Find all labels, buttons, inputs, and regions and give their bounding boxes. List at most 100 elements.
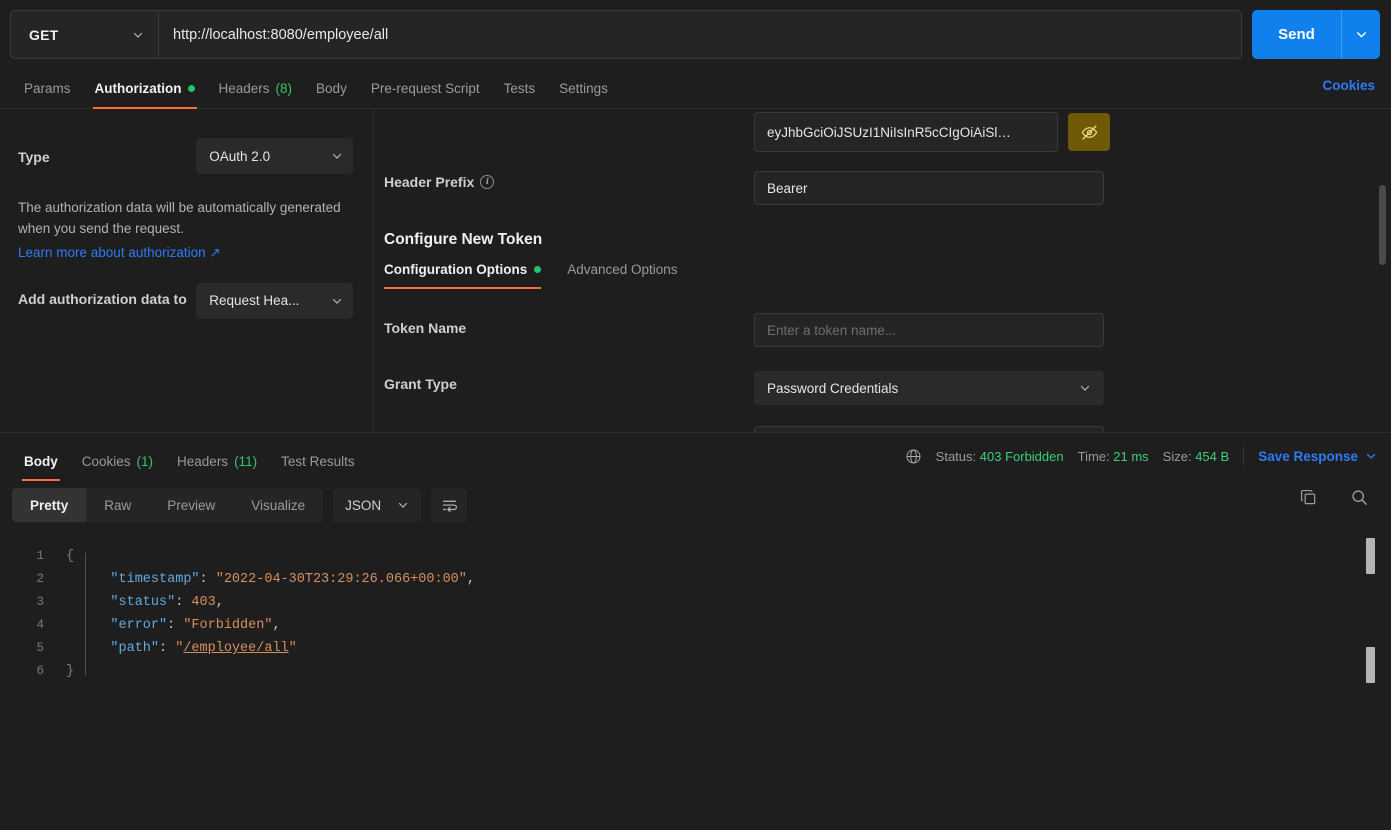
tab-body[interactable]: Body bbox=[304, 69, 359, 109]
auth-add-to-select[interactable]: Request Hea... bbox=[196, 282, 353, 319]
header-prefix-label-group: Header Prefix i bbox=[384, 174, 495, 190]
token-name-input[interactable]: Enter a token name... bbox=[754, 313, 1104, 347]
response-meta: Status: 403 Forbidden Time: 21 ms Size: … bbox=[905, 447, 1377, 465]
code-line: 5 "path": "/employee/all" bbox=[0, 637, 1391, 660]
auth-type-select[interactable]: OAuth 2.0 bbox=[196, 138, 353, 174]
search-icon[interactable] bbox=[1350, 488, 1369, 507]
chevron-down-icon bbox=[332, 153, 342, 159]
auth-type-row: Type OAuth 2.0 bbox=[18, 138, 353, 174]
tab-label: Authorization bbox=[94, 81, 182, 96]
send-button[interactable]: Send bbox=[1252, 10, 1342, 59]
tab-params[interactable]: Params bbox=[12, 69, 83, 109]
code-line: 1 { bbox=[0, 545, 1391, 568]
tab-count: (11) bbox=[234, 453, 258, 469]
tab-count: (1) bbox=[136, 453, 154, 469]
code-token: , bbox=[272, 618, 281, 633]
tab-label: Body bbox=[24, 453, 58, 469]
word-wrap-icon bbox=[442, 500, 457, 512]
tab-headers[interactable]: Headers (8) bbox=[207, 69, 305, 109]
cookies-link[interactable]: Cookies bbox=[1322, 78, 1375, 93]
view-preview[interactable]: Preview bbox=[149, 488, 233, 522]
line-content: "status": 403, bbox=[78, 591, 224, 614]
globe-icon[interactable] bbox=[905, 448, 922, 465]
tab-label: Cookies bbox=[81, 453, 131, 469]
view-pretty[interactable]: Pretty bbox=[12, 488, 87, 522]
status-value: 403 Forbidden bbox=[979, 448, 1064, 464]
chevron-down-icon bbox=[1356, 32, 1366, 38]
tab-authorization[interactable]: Authorization bbox=[83, 69, 207, 109]
tab-label: Test Results bbox=[281, 453, 355, 469]
grant-type-value: Password Credentials bbox=[767, 380, 899, 396]
request-tabs: Params Authorization Headers (8) Body Pr… bbox=[0, 69, 1391, 109]
response-tab-headers[interactable]: Headers (11) bbox=[165, 441, 269, 481]
copy-icon[interactable] bbox=[1299, 488, 1318, 507]
chevron-down-icon bbox=[1366, 453, 1376, 459]
code-token: , bbox=[466, 572, 475, 587]
tab-settings[interactable]: Settings bbox=[547, 69, 620, 109]
code-token: : bbox=[199, 572, 216, 587]
response-view-segmented: Pretty Raw Preview Visualize bbox=[12, 488, 324, 522]
tab-label: Pre-request Script bbox=[370, 81, 480, 96]
response-tab-body[interactable]: Body bbox=[12, 441, 70, 481]
learn-more-link[interactable]: Learn more about authorization ↗ bbox=[18, 245, 221, 261]
code-line: 6 } bbox=[0, 660, 1391, 683]
toggle-token-visibility-button[interactable] bbox=[1068, 113, 1110, 151]
access-token-row: eyJhbGciOiJSUzI1NiIsInR5cCIgOiAiSl… bbox=[754, 112, 1391, 152]
code-line: 2 "timestamp": "2022-04-30T23:29:26.066+… bbox=[0, 568, 1391, 591]
url-input[interactable]: http://localhost:8080/employee/all bbox=[159, 11, 1241, 58]
save-response-button[interactable]: Save Response bbox=[1258, 449, 1377, 464]
line-content: "timestamp": "2022-04-30T23:29:26.066+00… bbox=[78, 568, 475, 591]
auth-help-text: The authorization data will be automatic… bbox=[18, 200, 341, 236]
tab-label: Params bbox=[24, 81, 71, 96]
code-token: "status" bbox=[110, 595, 176, 610]
tab-tests[interactable]: Tests bbox=[492, 69, 548, 109]
status-dot-icon bbox=[534, 266, 542, 273]
fold-marker[interactable]: } bbox=[62, 660, 78, 683]
subtab-label: Advanced Options bbox=[567, 262, 678, 277]
chevron-down-icon bbox=[399, 502, 408, 508]
auth-panel-scrollbar[interactable] bbox=[1379, 185, 1386, 265]
status-label: Status: bbox=[935, 448, 977, 464]
fold-marker[interactable]: { bbox=[62, 545, 78, 568]
subtab-advanced-options[interactable]: Advanced Options bbox=[567, 262, 677, 289]
response-format-select[interactable]: JSON bbox=[333, 488, 422, 522]
code-scroll-marker-bottom[interactable] bbox=[1366, 647, 1375, 683]
token-subtabs: Configuration Options Advanced Options bbox=[384, 262, 678, 289]
response-body-code[interactable]: 1 { 2 "timestamp": "2022-04-30T23:29:26.… bbox=[0, 537, 1391, 830]
http-method-selector[interactable]: GET bbox=[11, 11, 159, 58]
http-method-label: GET bbox=[29, 26, 59, 43]
subtab-configuration-options[interactable]: Configuration Options bbox=[384, 262, 542, 289]
tab-pre-request-script[interactable]: Pre-request Script bbox=[359, 69, 492, 109]
subtab-label: Configuration Options bbox=[384, 262, 528, 277]
view-visualize[interactable]: Visualize bbox=[233, 488, 323, 522]
header-prefix-input[interactable]: Bearer bbox=[754, 171, 1104, 205]
response-tab-test-results[interactable]: Test Results bbox=[269, 441, 367, 481]
size-value: 454 B bbox=[1195, 448, 1230, 464]
divider bbox=[1243, 447, 1245, 465]
access-token-input[interactable]: eyJhbGciOiJSUzI1NiIsInR5cCIgOiAiSl… bbox=[754, 112, 1058, 152]
chevron-down-icon bbox=[133, 32, 143, 38]
time-label: Time: bbox=[1077, 448, 1110, 464]
info-icon[interactable]: i bbox=[480, 175, 495, 189]
auth-add-to-row: Add authorization data to Request Hea... bbox=[18, 282, 353, 319]
view-raw[interactable]: Raw bbox=[86, 488, 149, 522]
response-tabs: Body Cookies (1) Headers (11) Test Resul… bbox=[12, 441, 367, 481]
code-token: "timestamp" bbox=[110, 572, 200, 587]
code-scroll-marker-top[interactable] bbox=[1366, 538, 1375, 574]
code-token: 403 bbox=[191, 595, 216, 610]
code-token: , bbox=[215, 595, 224, 610]
tab-label: Settings bbox=[559, 81, 608, 96]
line-content: "path": "/employee/all" bbox=[78, 637, 296, 660]
size-group: Size: 454 B bbox=[1163, 449, 1230, 464]
send-options-button[interactable] bbox=[1342, 10, 1380, 59]
status-dot-icon bbox=[187, 85, 195, 92]
response-view-toolbar: Pretty Raw Preview Visualize JSON bbox=[12, 488, 468, 522]
postman-window: GET http://localhost:8080/employee/all S… bbox=[0, 0, 1391, 830]
line-number: 2 bbox=[36, 572, 44, 586]
grant-type-select[interactable]: Password Credentials bbox=[754, 371, 1104, 405]
response-tab-cookies[interactable]: Cookies (1) bbox=[70, 441, 165, 481]
tab-label: Headers bbox=[177, 453, 229, 469]
word-wrap-button[interactable] bbox=[431, 488, 468, 522]
